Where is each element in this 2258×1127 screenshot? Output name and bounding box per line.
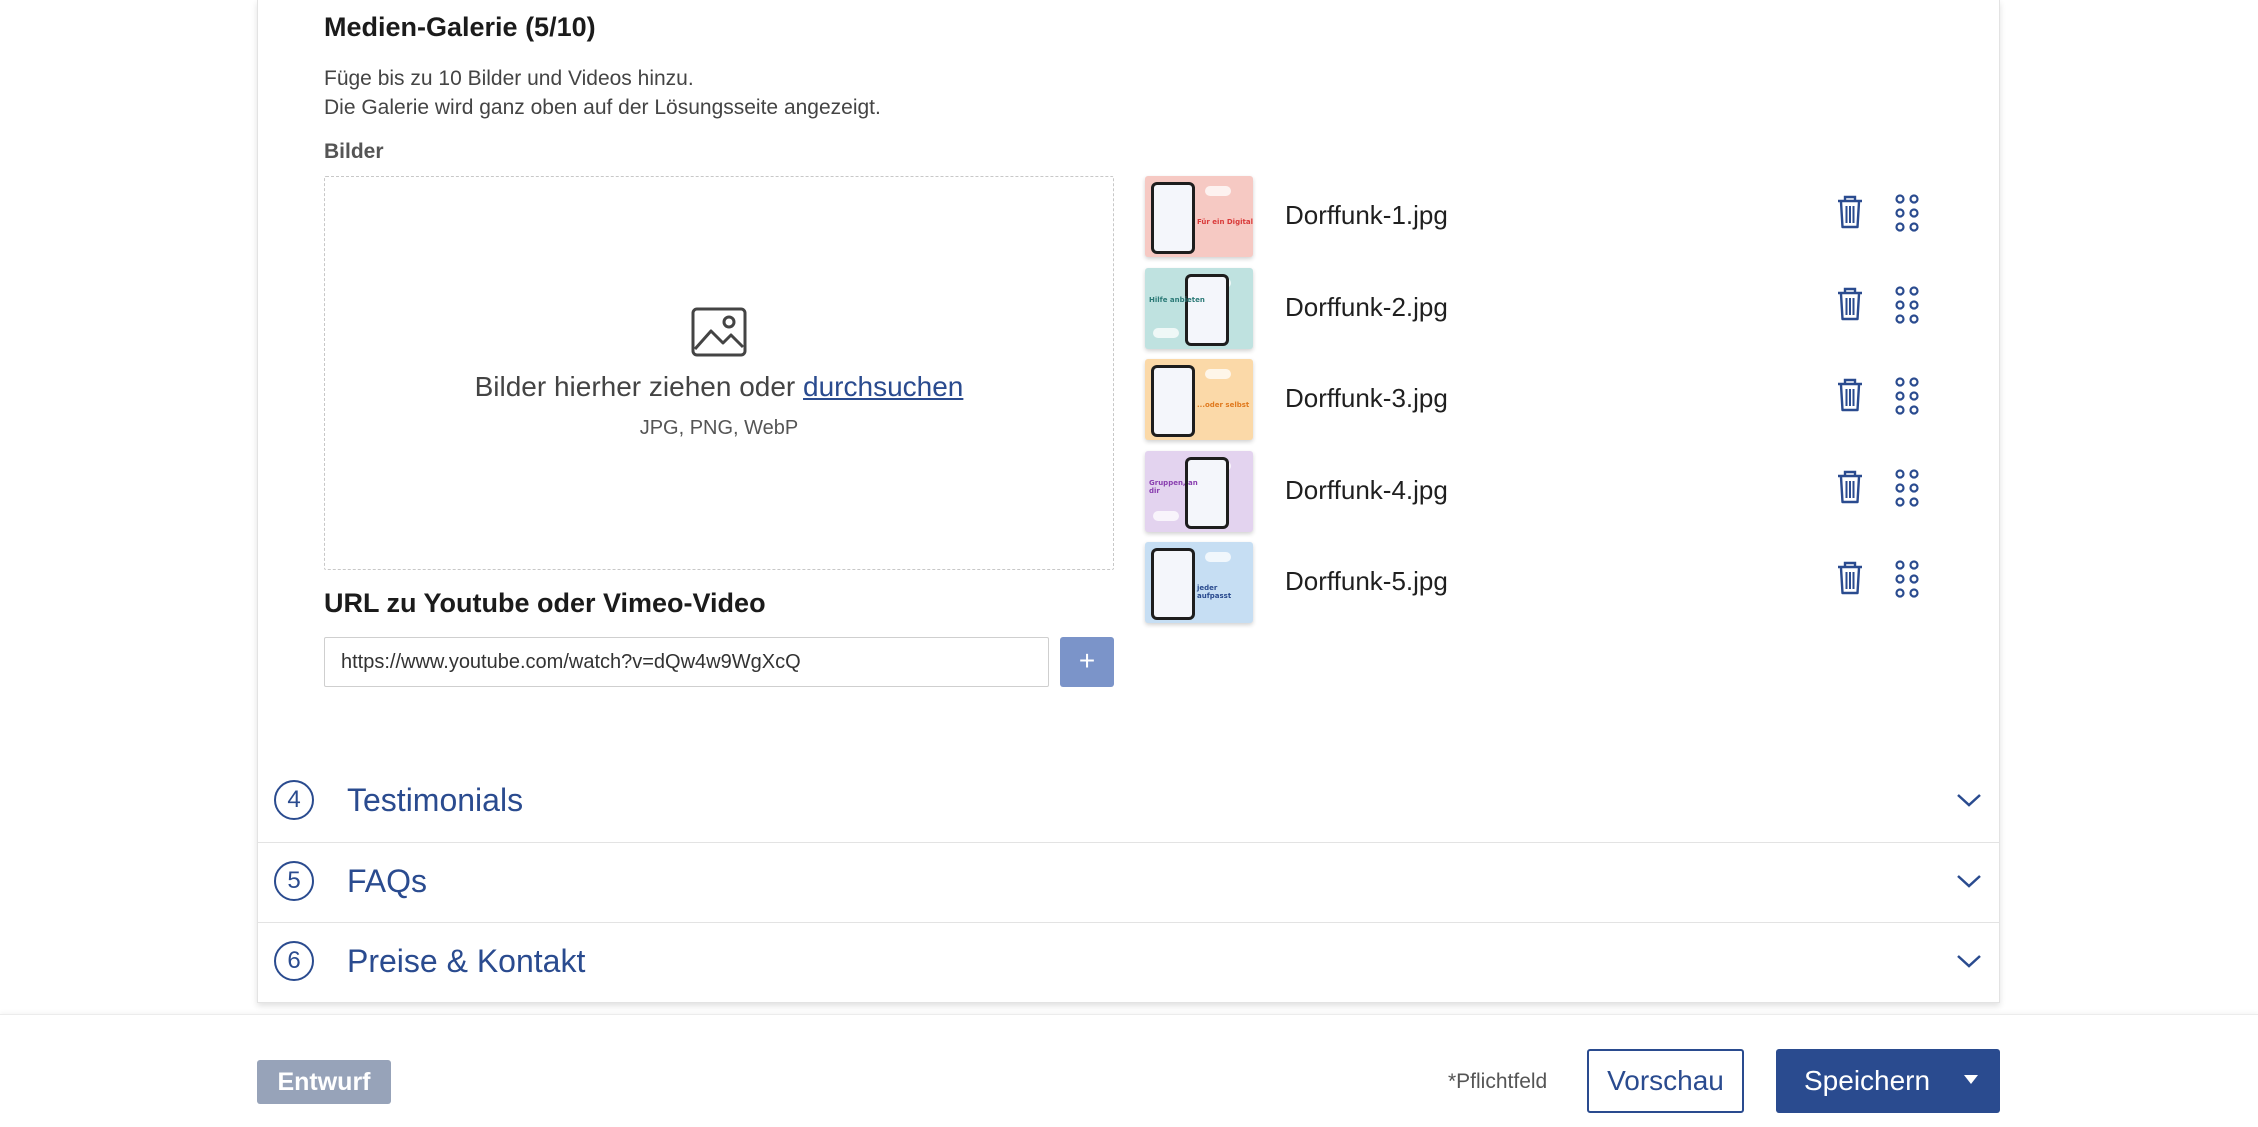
- thumbnail-text: Hilfe anbieten: [1149, 295, 1205, 304]
- thumbnail-text: Für ein Digital: [1197, 218, 1253, 226]
- file-name: Dorffunk-4.jpg: [1285, 474, 1448, 505]
- accordion-title: FAQs: [347, 863, 428, 899]
- accordion-faqs[interactable]: 5 FAQs: [258, 842, 1999, 922]
- file-item: Hilfe anbieten Dorffunk-2.jpg: [1145, 267, 1945, 349]
- step-number: 4: [274, 780, 314, 820]
- drag-handle-icon[interactable]: [1894, 468, 1920, 507]
- accordion-pricing-contact[interactable]: 6 Preise & Kontakt: [258, 922, 1999, 1002]
- drag-handle-icon[interactable]: [1894, 377, 1920, 415]
- file-thumbnail: Hilfe anbieten: [1145, 267, 1253, 349]
- required-field-note: *Pflichtfeld: [1448, 1070, 1548, 1093]
- action-footer: Entwurf *Pflichtfeld Vorschau Speichern: [0, 1014, 2258, 1127]
- chevron-down-icon: [1957, 875, 1981, 888]
- file-thumbnail: Gruppen, an dir: [1145, 450, 1253, 532]
- video-url-title: URL zu Youtube oder Vimeo-Video: [324, 588, 766, 618]
- add-video-button[interactable]: +: [1060, 637, 1114, 687]
- step-number: 5: [274, 861, 314, 901]
- thumbnail-text: jeder aufpasst: [1197, 584, 1232, 600]
- section-title: Medien-Galerie (5/10): [324, 12, 596, 42]
- images-label: Bilder: [324, 140, 384, 163]
- gallery-card: Medien-Galerie (5/10) Füge bis zu 10 Bil…: [257, 0, 2000, 1003]
- file-item: ...oder selbst Dorffunk-3.jpg: [1145, 359, 1945, 440]
- chevron-down-icon: [1957, 794, 1981, 807]
- trash-icon[interactable]: [1835, 286, 1865, 322]
- file-item: Gruppen, an dir Dorffunk-4.jpg: [1145, 450, 1945, 532]
- drag-handle-icon[interactable]: [1894, 560, 1920, 598]
- preview-button[interactable]: Vorschau: [1587, 1049, 1744, 1113]
- section-description: Füge bis zu 10 Bilder und Videos hinzu. …: [324, 64, 881, 122]
- file-name: Dorffunk-1.jpg: [1285, 200, 1448, 230]
- description-line-1: Füge bis zu 10 Bilder und Videos hinzu.: [324, 67, 694, 90]
- chevron-down-icon: [1957, 955, 1981, 968]
- step-number: 6: [274, 941, 314, 981]
- file-thumbnail: Für ein Digital: [1145, 176, 1253, 257]
- description-line-2: Die Galerie wird ganz oben auf der Lösun…: [324, 96, 881, 119]
- status-badge: Entwurf: [257, 1060, 391, 1104]
- file-name: Dorffunk-3.jpg: [1285, 383, 1448, 413]
- save-button-label: Speichern: [1804, 1065, 1931, 1096]
- file-name: Dorffunk-5.jpg: [1285, 566, 1448, 596]
- file-name: Dorffunk-2.jpg: [1285, 291, 1448, 322]
- drag-handle-icon[interactable]: [1894, 285, 1920, 324]
- dropzone-formats: JPG, PNG, WebP: [639, 417, 799, 439]
- thumbnail-text: ...oder selbst: [1197, 401, 1250, 409]
- drag-handle-icon[interactable]: [1894, 194, 1920, 232]
- caret-down-icon[interactable]: [1964, 1075, 1978, 1085]
- image-dropzone[interactable]: Bilder hierher ziehen oder durchsuchen J…: [324, 176, 1114, 570]
- browse-link[interactable]: durchsuchen: [803, 371, 963, 402]
- video-url-input[interactable]: [324, 637, 1049, 687]
- thumbnail-text: Gruppen, an dir: [1149, 478, 1198, 495]
- file-item: jeder aufpasst Dorffunk-5.jpg: [1145, 542, 1945, 623]
- file-list: Für ein Digital Dorffunk-1.jpg Hilfe anb…: [1145, 176, 1945, 634]
- trash-icon[interactable]: [1835, 377, 1865, 413]
- file-thumbnail: jeder aufpasst: [1145, 542, 1253, 623]
- image-icon: [691, 307, 747, 357]
- trash-icon[interactable]: [1835, 194, 1865, 230]
- file-thumbnail: ...oder selbst: [1145, 359, 1253, 440]
- trash-icon[interactable]: [1835, 469, 1865, 505]
- accordion-title: Testimonials: [347, 782, 524, 818]
- dropzone-text: Bilder hierher ziehen oder durchsuchen: [325, 371, 1113, 403]
- dropzone-text-prefix: Bilder hierher ziehen oder: [474, 371, 804, 402]
- save-button[interactable]: Speichern: [1776, 1049, 2000, 1113]
- accordion-title: Preise & Kontakt: [347, 943, 586, 979]
- file-item: Für ein Digital Dorffunk-1.jpg: [1145, 176, 1945, 257]
- trash-icon[interactable]: [1835, 560, 1865, 596]
- accordion-testimonials[interactable]: 4 Testimonials: [258, 762, 1999, 842]
